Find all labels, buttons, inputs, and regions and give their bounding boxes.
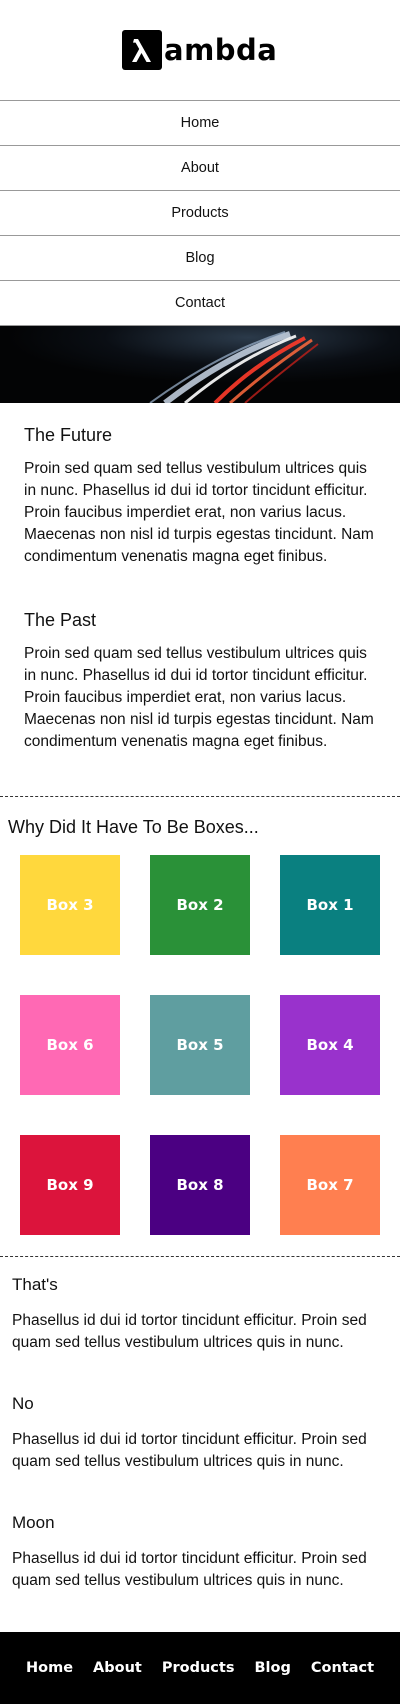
nav-item-products[interactable]: Products — [0, 191, 400, 236]
article-future: The Future Proin sed quam sed tellus ves… — [24, 424, 374, 568]
section-divider — [0, 796, 400, 797]
box-9: Box 9 — [20, 1135, 120, 1235]
footer-link-home[interactable]: Home — [26, 1660, 73, 1676]
box-8: Box 8 — [150, 1135, 250, 1235]
logo[interactable]: ambda — [122, 30, 277, 70]
section-body: Phasellus id dui id tortor tincidunt eff… — [12, 1312, 367, 1351]
article-title: The Future — [24, 425, 113, 445]
section-moon: Moon Phasellus id dui id tortor tincidun… — [12, 1512, 392, 1592]
nav-item-blog[interactable]: Blog — [0, 236, 400, 281]
box-2: Box 2 — [150, 855, 250, 955]
hero-image — [0, 326, 400, 403]
section-title: That's — [12, 1275, 58, 1294]
section-body: Phasellus id dui id tortor tincidunt eff… — [12, 1550, 367, 1589]
article-body: Proin sed quam sed tellus vestibulum ult… — [24, 645, 374, 750]
footer-link-products[interactable]: Products — [162, 1660, 235, 1676]
section-body: Phasellus id dui id tortor tincidunt eff… — [12, 1431, 367, 1470]
box-6: Box 6 — [20, 995, 120, 1095]
section-thats: That's Phasellus id dui id tortor tincid… — [12, 1274, 392, 1354]
section-title: No — [12, 1394, 34, 1413]
footer-nav: Home About Products Blog Contact — [0, 1632, 400, 1704]
boxes-title: Why Did It Have To Be Boxes... — [8, 817, 259, 837]
page: ambda Home About Products Blog Contact T… — [0, 0, 400, 1704]
footer-link-about[interactable]: About — [93, 1660, 142, 1676]
header: ambda — [0, 0, 400, 100]
box-5: Box 5 — [150, 995, 250, 1095]
nav-item-contact[interactable]: Contact — [0, 281, 400, 326]
main-nav: Home About Products Blog Contact — [0, 100, 400, 326]
lambda-icon — [122, 30, 162, 70]
logo-text: ambda — [164, 32, 278, 67]
box-7: Box 7 — [280, 1135, 380, 1235]
footer-link-blog[interactable]: Blog — [254, 1660, 290, 1676]
box-1: Box 1 — [280, 855, 380, 955]
section-no: No Phasellus id dui id tortor tincidunt … — [12, 1393, 392, 1473]
section-divider — [0, 1256, 400, 1257]
nav-item-about[interactable]: About — [0, 146, 400, 191]
box-3: Box 3 — [20, 855, 120, 955]
box-4: Box 4 — [280, 995, 380, 1095]
nav-item-home[interactable]: Home — [0, 101, 400, 146]
article-title: The Past — [24, 610, 97, 630]
article-body: Proin sed quam sed tellus vestibulum ult… — [24, 460, 374, 565]
footer-link-contact[interactable]: Contact — [311, 1660, 374, 1676]
article-past: The Past Proin sed quam sed tellus vesti… — [24, 609, 374, 753]
section-title: Moon — [12, 1513, 55, 1532]
